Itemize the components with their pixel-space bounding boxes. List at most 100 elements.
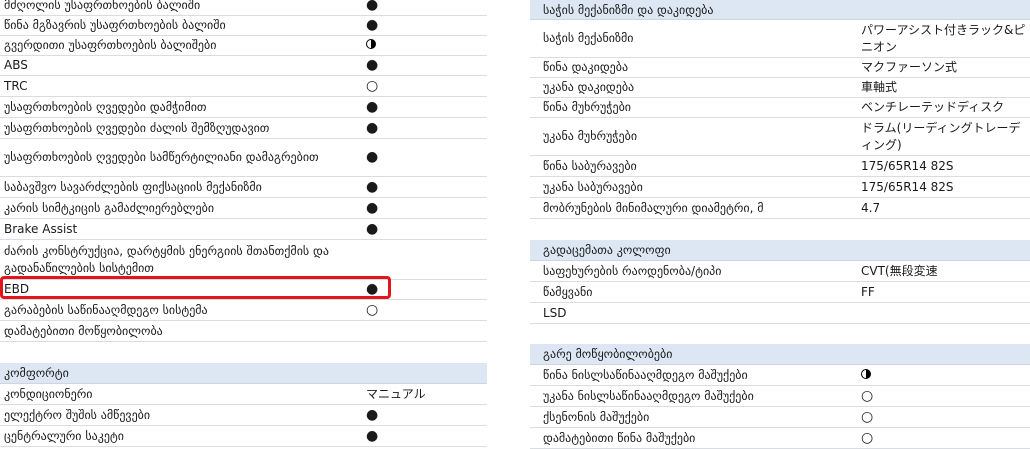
spec-label: კარის სიმტკიცის გამაძლიერებლები <box>4 200 215 215</box>
spec-value: パワーアシスト付きラック&ピニオン <box>861 22 1026 54</box>
spec-label: უკანა ნისლსაწინააღმდეგო მაშუქები <box>543 388 754 403</box>
spec-value: 車軸式 <box>861 80 898 94</box>
spec-label: საფეხურების რაოდენობა/ტიპი <box>543 263 722 278</box>
spec-row-drive: წამყვანი FF <box>530 282 1030 303</box>
section-title: გადაცემათა კოლოფი <box>543 243 671 257</box>
filled-circle-icon: ● <box>366 427 379 444</box>
spec-label: უსაფრთხოების ღვედები სამწერტილიანი დამაგ… <box>4 150 319 164</box>
spec-row-turning-diameter: მობრუნების მინიმალური დიამეტრი, მ 4.7 <box>530 198 1030 219</box>
spec-row-rear-fog-lamps: უკანა ნისლსაწინააღმდეგო მაშუქები ○ <box>530 386 1030 407</box>
spec-label: უკანა მუხრუჭები <box>543 129 638 143</box>
spec-label: ელექტრო შუშის ამწევები <box>4 407 151 422</box>
spec-label: წინა ნისლსაწინააღმდეგო მაშუქები <box>543 367 748 382</box>
spec-value: マクファーソン式 <box>861 60 958 74</box>
spec-row-additional-headlights: დამატებითი წინა მაშუქები ○ <box>530 428 1030 449</box>
spec-label: ცენტრალური საკეტი <box>4 428 124 443</box>
spec-row-rear-tires: უკანა საბურავები 175/65R14 82S <box>530 177 1030 198</box>
spec-row-rear-suspension: უკანა დაკიდება 車軸式 <box>530 78 1030 98</box>
spec-value: ベンチレーテッドディスク <box>861 100 1005 114</box>
filled-circle-icon: ● <box>366 149 379 165</box>
empty-circle-icon: ○ <box>366 301 379 318</box>
spec-label: საჭის მექანიზმი <box>543 31 634 45</box>
spec-row-belt-pretensioner: უსაფრთხოების ღვედები დამჭიმით ● <box>0 97 487 118</box>
spec-label: წინა დაკიდება <box>543 60 629 74</box>
spec-label: უსაფრთხოების ღვედები დამჭიმით <box>4 99 207 114</box>
spec-row-anti-skid: გარაბების საწინააღმდეგო სისტემა ○ <box>0 300 487 321</box>
spec-value: CVT(無段変速 <box>861 263 938 278</box>
filled-circle-icon: ● <box>366 199 379 216</box>
half-circle-icon <box>861 368 871 379</box>
section-header-exterior: გარე მოწყობილობები <box>530 344 1030 365</box>
spec-label: ABS <box>4 58 28 72</box>
spec-row-brake-assist: Brake Assist ● <box>0 219 487 240</box>
spec-row-front-suspension: წინა დაკიდება マクファーソン式 <box>530 58 1030 78</box>
spec-row-belt-three-point: უსაფრთხოების ღვედები სამწერტილიანი დამაგ… <box>0 139 487 177</box>
section-title: კომფორტი <box>4 366 69 380</box>
section-header-transmission: გადაცემათა კოლოფი <box>530 240 1030 261</box>
filled-circle-icon: ● <box>366 98 379 115</box>
spec-row-lsd: LSD <box>530 303 1030 324</box>
spec-value: FF <box>861 284 875 299</box>
spec-label: დამატებითი წინა მაშუქები <box>543 430 696 445</box>
spec-row-power-windows: ელექტრო შუშის ამწევები ● <box>0 405 487 426</box>
chassis-spec-column: საჭის მექანიზმი და დაკიდება საჭის მექანი… <box>530 0 1030 449</box>
spec-row-xenon-lamps: ქსენონის მაშუქები ○ <box>530 407 1030 428</box>
spec-value: ドラム(リーディングトレーディング) <box>861 120 1021 152</box>
spec-label: წინა საბურავები <box>543 158 637 173</box>
filled-circle-icon: ● <box>366 178 379 195</box>
filled-circle-icon: ● <box>366 220 379 237</box>
section-header-steering-suspension: საჭის მექანიზმი და დაკიდება <box>530 0 1030 20</box>
spec-row-side-airbags: გვერდითი უსაფრთხოების ბალიშები <box>0 36 487 56</box>
spec-row-front-tires: წინა საბურავები 175/65R14 82S <box>530 156 1030 177</box>
section-title: გარე მოწყობილობები <box>543 347 673 361</box>
spec-label: მძღოლის უსაფრთხოების ბალიში <box>4 0 201 12</box>
spec-label: წინა მგზავრის უსაფრთხოების ბალიში <box>4 18 226 32</box>
spec-row-gears-type: საფეხურების რაოდენობა/ტიპი CVT(無段変速 <box>530 261 1030 282</box>
spec-row-central-lock: ცენტრალური საკეტი ● <box>0 426 487 447</box>
section-title: საჭის მექანიზმი და დაკიდება <box>543 2 714 17</box>
spec-row-rear-brakes: უკანა მუხრუჭები ドラム(リーディングトレーディング) <box>530 118 1030 156</box>
spec-row-door-beams: კარის სიმტკიცის გამაძლიერებლები ● <box>0 198 487 219</box>
empty-circle-icon: ○ <box>861 387 874 404</box>
spec-label: საბავშვო სავარძლების ფიქსაციის მექანიზმი <box>4 179 262 194</box>
spec-label: კონდიციონერი <box>4 386 93 401</box>
spec-label: მობრუნების მინიმალური დიამეტრი, მ <box>543 200 764 215</box>
spec-row-trc: TRC ○ <box>0 76 487 97</box>
spec-value: 4.7 <box>861 200 881 215</box>
spec-row-belt-force-limiter: უსაფრთხოების ღვედები ძალის შემზღუდავით ● <box>0 118 487 139</box>
filled-circle-icon: ● <box>366 119 379 136</box>
section-header-comfort: კომფორტი <box>0 363 487 384</box>
spec-row-passenger-airbag: წინა მგზავრის უსაფრთხოების ბალიში ● <box>0 16 487 36</box>
filled-circle-icon: ● <box>366 0 379 13</box>
spec-row-air-conditioner: კონდიციონერი マニュアル <box>0 384 487 405</box>
spec-label: უსაფრთხოების ღვედები ძალის შემზღუდავით <box>4 120 270 135</box>
spec-label: უკანა საბურავები <box>543 179 643 194</box>
spec-label: Brake Assist <box>4 221 78 236</box>
spec-label: გვერდითი უსაფრთხოების ბალიშები <box>4 38 217 52</box>
filled-circle-icon: ● <box>366 406 379 423</box>
empty-circle-icon: ○ <box>366 77 379 94</box>
safety-spec-column: მძღოლის უსაფრთხოების ბალიში ● წინა მგზავ… <box>0 0 487 447</box>
spec-row-child-seat-anchor: საბავშვო სავარძლების ფიქსაციის მექანიზმი… <box>0 177 487 198</box>
filled-circle-icon: ● <box>366 57 379 73</box>
spec-label: უკანა დაკიდება <box>543 80 635 94</box>
spec-label: LSD <box>543 305 567 320</box>
spec-label: ძარის კონსტრუქცია, დარტყმის ენერგიის შთა… <box>4 243 329 275</box>
spec-value: 175/65R14 82S <box>861 179 954 194</box>
spec-row-body-structure: ძარის კონსტრუქცია, დარტყმის ენერგიის შთა… <box>0 240 487 280</box>
spec-row-additional-equipment: დამატებითი მოწყობილობა <box>0 321 487 342</box>
spec-label: ქსენონის მაშუქები <box>543 409 650 424</box>
spec-row-abs: ABS ● <box>0 56 487 76</box>
spec-label: წინა მუხრუჭები <box>543 100 631 114</box>
spec-label: დამატებითი მოწყობილობა <box>4 323 163 338</box>
empty-circle-icon: ○ <box>861 429 874 446</box>
spec-value: マニュアル <box>366 386 426 401</box>
spec-row-front-fog-lamps: წინა ნისლსაწინააღმდეგო მაშუქები <box>530 365 1030 386</box>
spec-label: წამყვანი <box>543 284 593 299</box>
spec-label: TRC <box>4 78 28 93</box>
spec-row-driver-airbag: მძღოლის უსაფრთხოების ბალიში ● <box>0 0 487 16</box>
ebd-highlight-box <box>0 276 391 299</box>
spec-value: 175/65R14 82S <box>861 158 954 173</box>
filled-circle-icon: ● <box>366 17 379 33</box>
spec-row-steering: საჭის მექანიზმი パワーアシスト付きラック&ピニオン <box>530 20 1030 58</box>
